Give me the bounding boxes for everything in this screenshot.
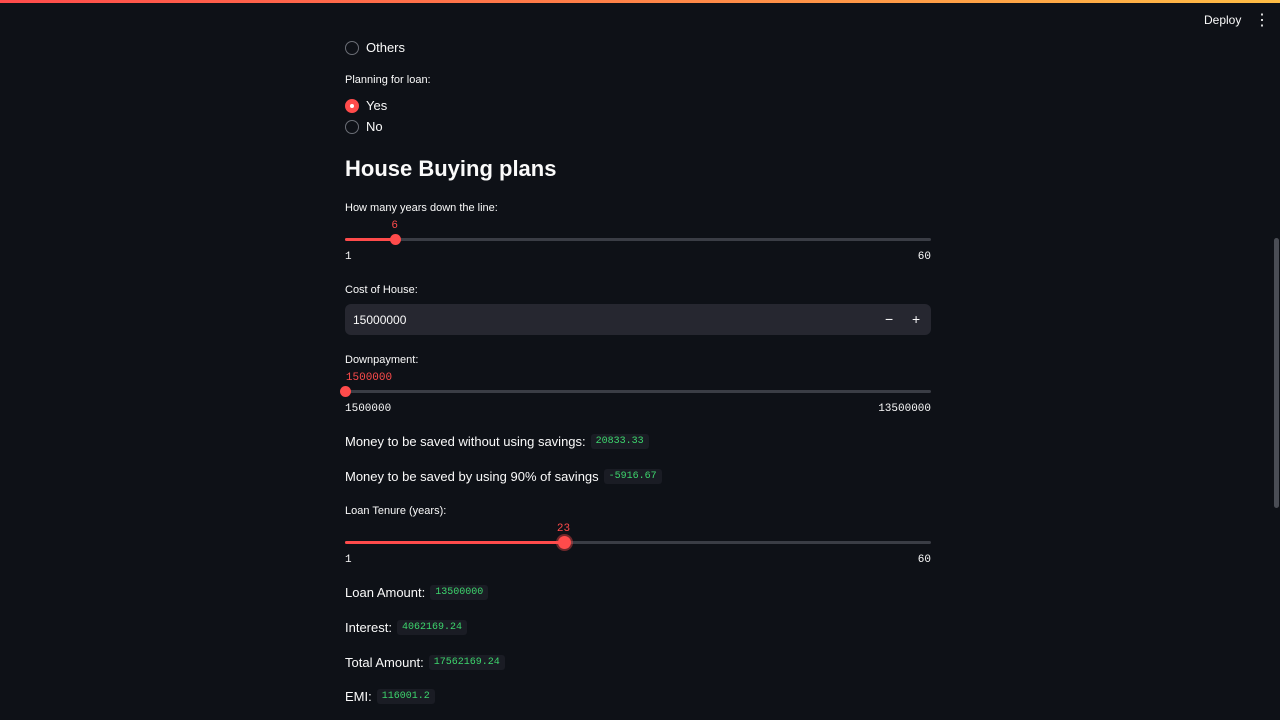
emi-row: EMI: 116001.2 (345, 689, 435, 704)
slider-thumb[interactable] (557, 536, 571, 549)
slider-max: 60 (917, 554, 931, 566)
loan-amount-row: Loan Amount: 13500000 (345, 585, 489, 600)
result-label: EMI: (345, 689, 372, 704)
slider-max: 13500000 (878, 403, 931, 415)
decrement-button[interactable]: − (885, 311, 893, 327)
slider-fill (345, 238, 395, 241)
deploy-button[interactable]: Deploy (1196, 11, 1249, 29)
cost-input[interactable]: 15000000 − + (345, 304, 931, 335)
slider-thumb[interactable] (340, 386, 351, 397)
result-value: 17562169.24 (428, 655, 505, 670)
years-label: How many years down the line: (345, 202, 498, 214)
total-amount-row: Total Amount: 17562169.24 (345, 655, 505, 670)
radio-selected-icon (345, 98, 359, 113)
downpayment-slider[interactable]: 1500000 1500000 13500000 (340, 372, 931, 418)
slider-value: 23 (556, 523, 571, 535)
slider-track (345, 390, 931, 393)
result-value: 4062169.24 (396, 620, 467, 635)
radio-label: Yes (366, 98, 388, 113)
radio-others[interactable]: Others (345, 40, 405, 55)
result-label: Loan Amount: (345, 585, 426, 600)
increment-button[interactable]: + (912, 311, 920, 327)
slider-min: 1 (345, 251, 352, 263)
top-decoration-bar (0, 0, 1280, 3)
radio-circle-icon (345, 40, 359, 55)
slider-min: 1500000 (345, 403, 392, 415)
loan-label: Planning for loan: (345, 74, 431, 86)
radio-label: No (366, 119, 383, 134)
slider-value: 6 (391, 220, 398, 232)
result-value: 116001.2 (376, 689, 435, 704)
saving-without-row: Money to be saved without using savings:… (345, 434, 649, 449)
tenure-label: Loan Tenure (years): (345, 505, 447, 517)
saving-without-value: 20833.33 (590, 434, 649, 449)
saving-with-value: -5916.67 (603, 469, 662, 484)
interest-row: Interest: 4062169.24 (345, 620, 467, 635)
slider-min: 1 (345, 554, 352, 566)
slider-fill (345, 541, 564, 544)
result-label: Interest: (345, 620, 392, 635)
more-menu-icon[interactable]: ⋮ (1254, 10, 1270, 30)
radio-circle-icon (345, 119, 359, 134)
tenure-slider[interactable]: 23 1 60 (345, 523, 931, 569)
slider-track (345, 238, 931, 241)
downpayment-label: Downpayment: (345, 354, 419, 366)
slider-value: 1500000 (345, 372, 393, 384)
result-label: Total Amount: (345, 655, 424, 670)
slider-max: 60 (917, 251, 931, 263)
radio-yes[interactable]: Yes (345, 98, 387, 113)
radio-label: Others (366, 40, 406, 55)
slider-thumb[interactable] (389, 234, 401, 245)
cost-value[interactable]: 15000000 (353, 313, 406, 327)
section-title: House Buying plans (345, 156, 557, 181)
cost-label: Cost of House: (345, 284, 418, 296)
saving-with-row: Money to be saved by using 90% of saving… (345, 469, 662, 484)
radio-no[interactable]: No (345, 119, 383, 134)
saving-without-label: Money to be saved without using savings: (345, 434, 586, 449)
scrollbar[interactable] (1274, 238, 1279, 508)
result-value: 13500000 (430, 585, 489, 600)
years-slider[interactable]: 6 1 60 (345, 220, 931, 266)
saving-with-label: Money to be saved by using 90% of saving… (345, 469, 599, 484)
